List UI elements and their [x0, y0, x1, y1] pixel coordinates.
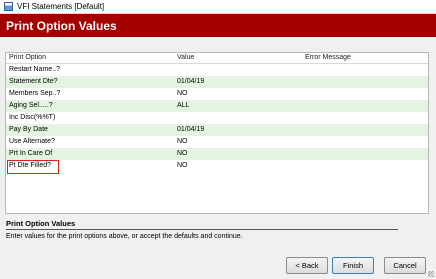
row-option-value[interactable]: NO [177, 162, 188, 169]
header-title: Print Option Values [6, 18, 117, 33]
column-header-value[interactable]: Value [177, 54, 194, 61]
column-header-error-message[interactable]: Error Message [305, 54, 351, 61]
row-option-value[interactable]: 01/04/19 [177, 126, 204, 133]
row-option-name: Use Alternate? [9, 138, 55, 145]
table-row[interactable]: Inc Disc(%%T) [6, 112, 428, 124]
row-option-name: Inc Disc(%%T) [9, 114, 56, 121]
row-option-value[interactable]: NO [177, 90, 188, 97]
table-row[interactable]: Aging Sel.....? ALL [6, 100, 428, 112]
window-title: VFI Statements [Default] [17, 2, 105, 11]
highlight-box [7, 160, 59, 174]
row-option-value[interactable]: 01/04/19 [177, 78, 204, 85]
row-option-name: Statement Dte? [9, 78, 58, 85]
table-row[interactable]: Statement Dte? 01/04/19 [6, 76, 428, 88]
cancel-button[interactable]: Cancel [384, 257, 426, 274]
table-row[interactable]: Pay By Date 01/04/19 [6, 124, 428, 136]
app-window-icon [4, 2, 13, 11]
table-row[interactable]: Restart Name..? [6, 64, 428, 76]
table-row[interactable]: Members Sep..? NO [6, 88, 428, 100]
row-option-value[interactable]: NO [177, 150, 188, 157]
back-button[interactable]: < Back [286, 257, 328, 274]
section-divider [6, 229, 398, 230]
finish-button[interactable]: Finish [332, 257, 374, 274]
section-description: Enter values for the print options above… [6, 233, 243, 240]
row-option-name: Pay By Date [9, 126, 48, 133]
table-row[interactable]: Pt Dte Filled? NO [6, 160, 428, 174]
column-header-print-option[interactable]: Print Option [9, 54, 46, 61]
resize-grip-icon[interactable] [428, 271, 434, 277]
row-option-name: Members Sep..? [9, 90, 61, 97]
row-option-name: Aging Sel.....? [9, 102, 53, 109]
row-option-value[interactable]: NO [177, 138, 188, 145]
row-option-name: Restart Name..? [9, 66, 60, 73]
dialog-header: Print Option Values [0, 14, 436, 37]
table-row[interactable]: Prt In Care Of NO [6, 148, 428, 160]
grid-header: Print Option Value Error Message [6, 53, 428, 64]
section-title: Print Option Values [6, 219, 76, 228]
title-bar: VFI Statements [Default] [0, 0, 436, 14]
row-option-name: Prt In Care Of [9, 150, 53, 157]
row-option-value[interactable]: ALL [177, 102, 189, 109]
table-row[interactable]: Use Alternate? NO [6, 136, 428, 148]
print-options-grid: Print Option Value Error Message Restart… [5, 52, 429, 214]
grid-rows: Restart Name..? Statement Dte? 01/04/19 Mem… [6, 64, 428, 174]
